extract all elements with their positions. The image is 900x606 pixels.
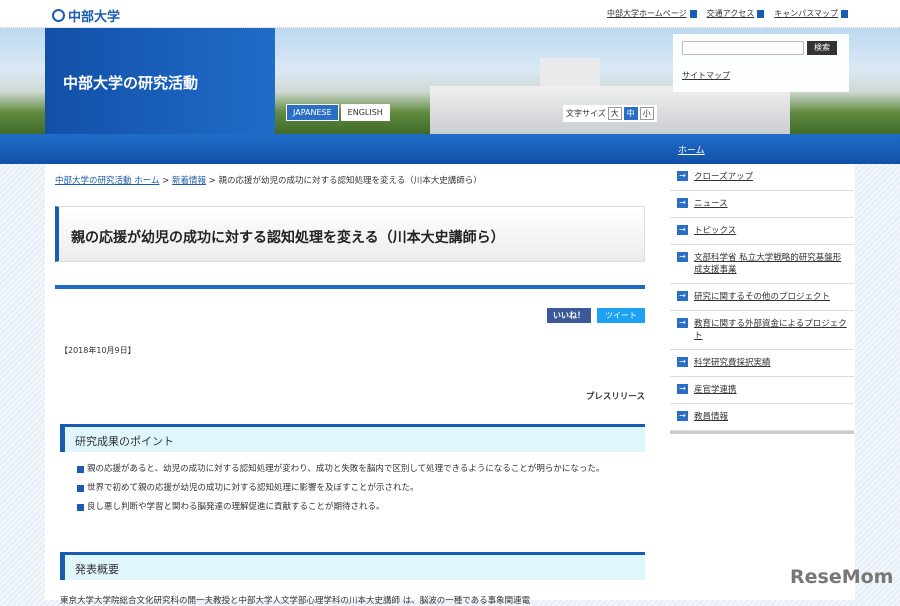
publish-date: 【2018年10月9日】 bbox=[60, 346, 136, 355]
sidebar-item-news[interactable]: ニュース bbox=[670, 191, 854, 218]
sidebar-item-mext-project[interactable]: 文部科学省 私立大学戦略的研究基盤形成支援事業 bbox=[670, 245, 854, 284]
search-input[interactable] bbox=[682, 41, 804, 55]
breadcrumb-current: 親の応援が幼児の成功に対する認知処理を変える（川本大史講師ら） bbox=[218, 176, 482, 186]
top-links: 中部大学ホームページ 交通アクセス キャンパスマップ bbox=[607, 8, 848, 19]
resemom-watermark: ReseMom bbox=[790, 566, 894, 588]
sidebar-item-education-funds[interactable]: 教育に関する外部資金によるプロジェクト bbox=[670, 311, 854, 350]
font-size-large[interactable]: 大 bbox=[607, 107, 622, 120]
section-heading-points: 研究成果のポイント bbox=[60, 424, 645, 452]
summary-text: 東京大学大学院総合文化研究科の開一夫教授と中部大学人文学部心理学科の川本大史講師… bbox=[60, 596, 531, 606]
facebook-like-button[interactable]: いいね！ bbox=[547, 308, 591, 323]
sidebar-item-other-projects[interactable]: 研究に関するその他のプロジェクト bbox=[670, 284, 854, 311]
lang-english-button[interactable]: ENGLISH bbox=[340, 104, 390, 121]
share-buttons: いいね！ ツイート bbox=[547, 308, 645, 323]
sidebar-item-closeup[interactable]: クローズアップ bbox=[670, 164, 854, 191]
lang-japanese-button[interactable]: JAPANESE bbox=[286, 104, 339, 121]
university-logo[interactable]: 中部大学 bbox=[52, 6, 120, 25]
breadcrumb-sep: > bbox=[208, 176, 216, 186]
sidebar-menu: クローズアップ ニュース トピックス 文部科学省 私立大学戦略的研究基盤形成支援… bbox=[670, 164, 854, 434]
title-divider bbox=[55, 285, 645, 289]
top-link-access[interactable]: 交通アクセス bbox=[707, 8, 765, 19]
breadcrumb-sep: > bbox=[162, 176, 170, 186]
tweet-button[interactable]: ツイート bbox=[597, 308, 645, 323]
logo-text: 中部大学 bbox=[68, 10, 121, 25]
section-heading-summary: 発表概要 bbox=[60, 552, 645, 580]
sitemap-link[interactable]: サイトマップ bbox=[682, 70, 730, 81]
nav-home-link[interactable]: ホーム bbox=[678, 143, 705, 156]
page-title: 親の応援が幼児の成功に対する認知処理を変える（川本大史講師ら） bbox=[55, 206, 645, 262]
external-arrow-icon bbox=[757, 9, 765, 18]
sidebar-item-topics[interactable]: トピックス bbox=[670, 218, 854, 245]
building-shape bbox=[540, 58, 600, 88]
sidebar-item-faculty[interactable]: 教員情報 bbox=[670, 404, 854, 431]
list-item: 良し悪し判断や学習と関わる脳発達の理解促進に貢献することが期待される。 bbox=[77, 500, 642, 515]
breadcrumb-home[interactable]: 中部大学の研究活動 ホーム bbox=[55, 176, 159, 186]
press-release-label: プレスリリース bbox=[585, 392, 645, 402]
nav-bar bbox=[0, 134, 900, 164]
font-size-label: 文字サイズ bbox=[566, 109, 606, 118]
link-label: キャンパスマップ bbox=[774, 9, 838, 18]
font-size-medium[interactable]: 中 bbox=[623, 107, 638, 120]
breadcrumb-news[interactable]: 新着情報 bbox=[172, 176, 206, 186]
top-bar: 中部大学 中部大学ホームページ 交通アクセス キャンパスマップ bbox=[0, 0, 900, 28]
external-arrow-icon bbox=[841, 9, 848, 18]
font-size-small[interactable]: 小 bbox=[639, 107, 654, 120]
top-link-campus-map[interactable]: キャンパスマップ bbox=[774, 8, 848, 19]
logo-mark-icon bbox=[52, 9, 65, 22]
site-title: 中部大学の研究活動 bbox=[45, 28, 275, 134]
sidebar-item-kaken[interactable]: 科学研究費採択実績 bbox=[670, 350, 854, 377]
list-item: 親の応援があると、幼児の成功に対する認知処理が変わり、成功と失敗を脳内で区別して… bbox=[77, 462, 642, 477]
top-link-homepage[interactable]: 中部大学ホームページ bbox=[607, 8, 697, 19]
link-label: 中部大学ホームページ bbox=[607, 9, 687, 18]
search-button[interactable]: 検索 bbox=[807, 41, 837, 55]
language-switch: JAPANESE ENGLISH bbox=[286, 104, 390, 121]
link-label: 交通アクセス bbox=[706, 9, 755, 18]
sidebar-item-industry[interactable]: 産官学連携 bbox=[670, 377, 854, 404]
points-list: 親の応援があると、幼児の成功に対する認知処理が変わり、成功と失敗を脳内で区別して… bbox=[77, 462, 642, 519]
main-content: 中部大学の研究活動 ホーム > 新着情報 > 親の応援が幼児の成功に対する認知処… bbox=[45, 164, 665, 606]
search-box: 検索 サイトマップ bbox=[673, 34, 849, 92]
external-arrow-icon bbox=[689, 9, 697, 18]
list-item: 世界で初めて親の応援が幼児の成功に対する認知処理に影響を及ぼすことが示された。 bbox=[77, 481, 642, 496]
font-size-switch: 文字サイズ 大 中 小 bbox=[563, 105, 657, 122]
breadcrumb: 中部大学の研究活動 ホーム > 新着情報 > 親の応援が幼児の成功に対する認知処… bbox=[55, 174, 482, 186]
